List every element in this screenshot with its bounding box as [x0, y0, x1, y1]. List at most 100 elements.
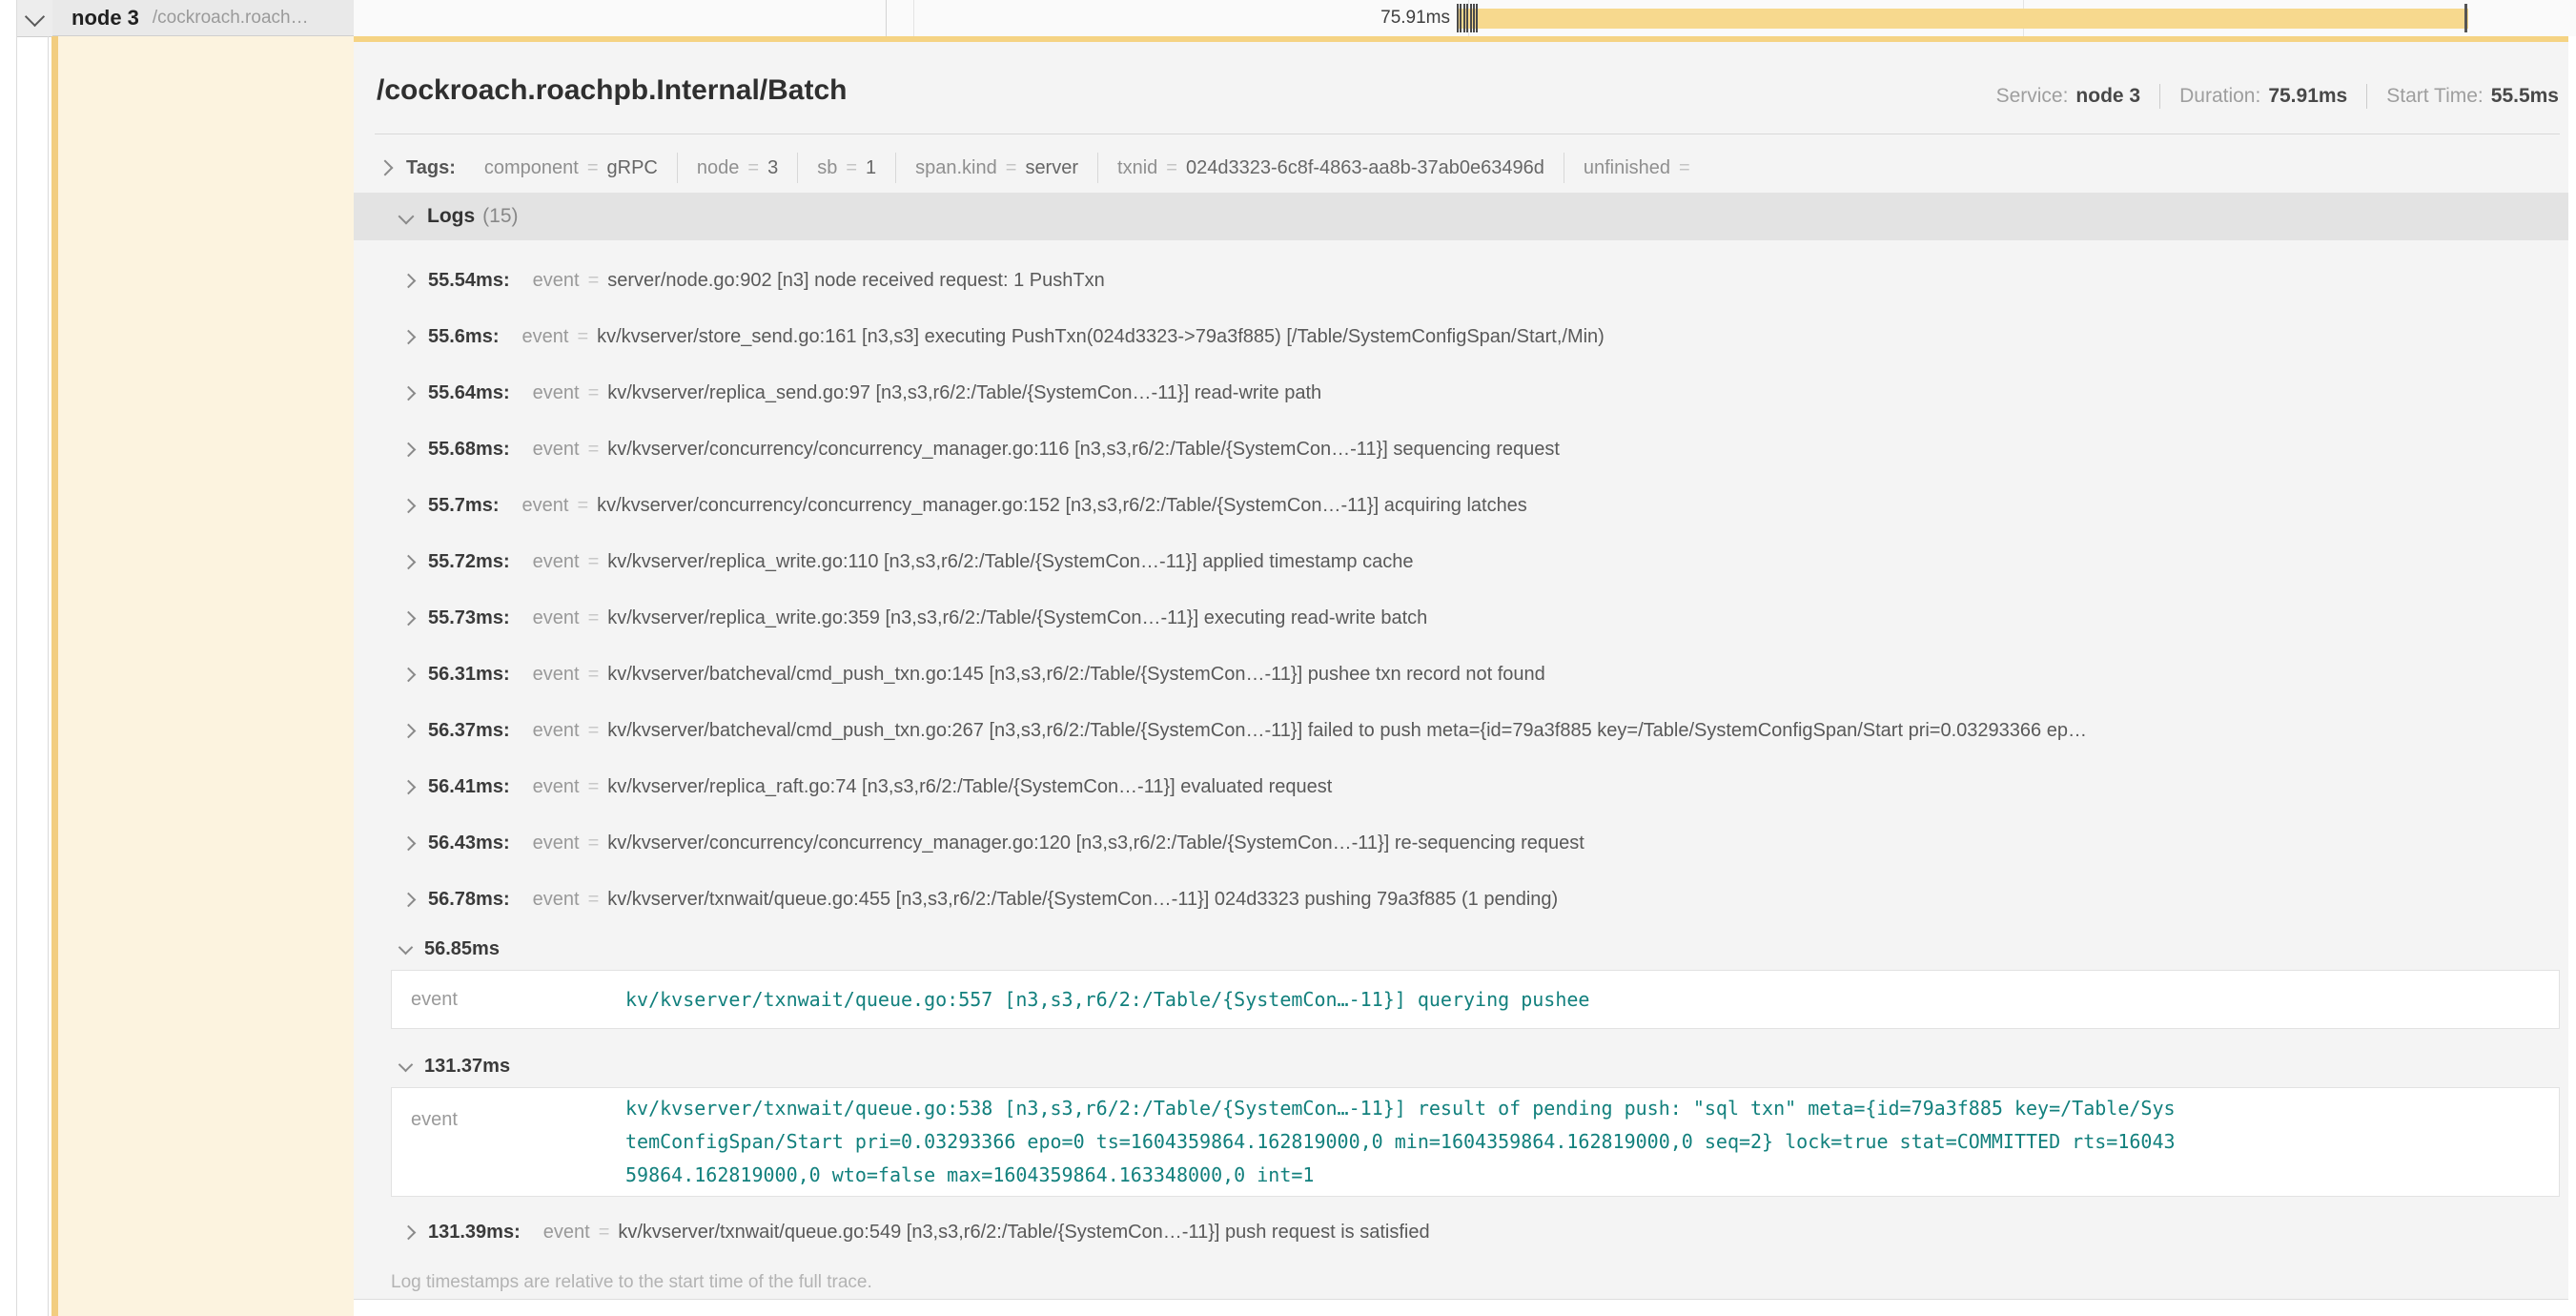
log-equals: = — [588, 382, 600, 404]
log-timestamp: 55.6ms: — [428, 326, 500, 348]
log-field-value: kv/kvserver/batcheval/cmd_push_txn.go:14… — [607, 664, 1545, 686]
log-row[interactable]: 131.39ms:event=kv/kvserver/txnwait/queue… — [354, 1204, 2568, 1261]
log-timestamp: 56.85ms — [424, 938, 500, 960]
chevron-right-icon — [401, 836, 417, 852]
log-detail-field: event — [392, 989, 625, 1011]
log-equals: = — [588, 720, 600, 742]
log-tick — [1460, 4, 1462, 32]
log-timestamp: 55.7ms: — [428, 495, 500, 517]
log-row[interactable]: 55.6ms:event=kv/kvserver/store_send.go:1… — [354, 309, 2568, 365]
tag-equals: = — [1679, 157, 1690, 179]
tag-equals: = — [1006, 157, 1017, 179]
tag-pill[interactable]: node=3 — [677, 153, 797, 183]
log-timestamp: 55.73ms: — [428, 607, 510, 629]
log-tick-end — [2464, 4, 2467, 32]
span-list-divider — [48, 36, 49, 1316]
tag-pill[interactable]: txnid=024d3323-6c8f-4863-aa8b-37ab0e6349… — [1097, 153, 1564, 183]
log-row[interactable]: 55.72ms:event=kv/kvserver/replica_write.… — [354, 534, 2568, 590]
tag-key: component — [484, 157, 579, 179]
log-timestamp: 55.54ms: — [428, 270, 510, 292]
chevron-right-icon — [401, 442, 417, 458]
log-field-key: event — [533, 382, 580, 404]
log-field-key: event — [543, 1222, 590, 1244]
log-field-value: kv/kvserver/concurrency/concurrency_mana… — [597, 495, 1527, 517]
log-timestamp: 55.64ms: — [428, 382, 510, 404]
span-duration-label: 75.91ms — [1269, 0, 1450, 36]
log-row[interactable]: 56.31ms:event=kv/kvserver/batcheval/cmd_… — [354, 647, 2568, 703]
chevron-right-icon — [401, 274, 417, 289]
log-entry-expanded-header[interactable]: 56.85ms — [354, 928, 2568, 970]
log-row[interactable]: 56.41ms:event=kv/kvserver/replica_raft.g… — [354, 759, 2568, 815]
tag-pill[interactable]: sb=1 — [797, 153, 895, 183]
tag-key: sb — [817, 157, 837, 179]
log-detail-field: event — [392, 1092, 625, 1131]
logs-section-header[interactable]: Logs (15) — [354, 193, 2568, 240]
tag-value: 3 — [767, 157, 778, 179]
log-field-key: event — [533, 551, 580, 573]
log-timestamp: 55.72ms: — [428, 551, 510, 573]
log-timestamp: 55.68ms: — [428, 439, 510, 461]
log-field-value: server/node.go:902 [n3] node received re… — [607, 270, 1104, 292]
log-tick — [1457, 4, 1459, 32]
timeline-column-divider — [886, 0, 887, 36]
span-color-stripe — [51, 36, 58, 1316]
log-field-value: kv/kvserver/replica_write.go:110 [n3,s3,… — [607, 551, 1413, 573]
log-equals: = — [599, 1222, 610, 1244]
log-field-key: event — [533, 607, 580, 629]
start-time-value: 55.5ms — [2491, 85, 2559, 108]
chevron-right-icon — [378, 160, 394, 176]
selected-span-row-highlight[interactable] — [58, 36, 354, 1316]
tag-equals: = — [846, 157, 857, 179]
log-timestamp: 131.39ms: — [428, 1222, 521, 1244]
tag-key: unfinished — [1584, 157, 1670, 179]
log-timestamp: 56.37ms: — [428, 720, 510, 742]
span-row-tab[interactable]: node 3 /cockroach.roach… — [52, 0, 354, 36]
log-row[interactable]: 55.68ms:event=kv/kvserver/concurrency/co… — [354, 422, 2568, 478]
service-value: node 3 — [2075, 85, 2140, 108]
span-bar[interactable] — [1457, 9, 2468, 29]
log-row[interactable]: 56.37ms:event=kv/kvserver/batcheval/cmd_… — [354, 703, 2568, 759]
chevron-down-icon — [399, 209, 415, 225]
log-field-key: event — [533, 833, 580, 854]
duration-value: 75.91ms — [2268, 85, 2347, 108]
log-field-key: event — [522, 495, 569, 517]
log-row[interactable]: 56.43ms:event=kv/kvserver/concurrency/co… — [354, 815, 2568, 872]
log-equals: = — [588, 607, 600, 629]
logs-footer-note: Log timestamps are relative to the start… — [354, 1265, 2568, 1299]
tag-pill[interactable]: span.kind=server — [895, 153, 1097, 183]
log-field-value: kv/kvserver/concurrency/concurrency_mana… — [607, 833, 1584, 854]
left-rail-divider — [16, 0, 17, 1316]
log-equals: = — [577, 495, 588, 517]
log-field-value: kv/kvserver/concurrency/concurrency_mana… — [607, 439, 1560, 461]
log-detail-value: kv/kvserver/txnwait/queue.go:538 [n3,s3,… — [625, 1092, 2176, 1192]
log-timestamp: 56.31ms: — [428, 664, 510, 686]
log-timestamp: 56.78ms: — [428, 889, 510, 911]
tag-pill[interactable]: component=gRPC — [465, 153, 677, 183]
span-detail-header: /cockroach.roachpb.Internal/Batch Servic… — [354, 42, 2568, 134]
log-tick — [1473, 4, 1475, 32]
tag-equals: = — [587, 157, 599, 179]
tag-equals: = — [1166, 157, 1177, 179]
tag-value: 024d3323-6c8f-4863-aa8b-37ab0e63496d — [1186, 157, 1544, 179]
chevron-down-icon — [399, 1057, 414, 1072]
log-field-key: event — [533, 776, 580, 798]
tag-pill[interactable]: unfinished = — [1564, 153, 1718, 183]
log-row[interactable]: 55.73ms:event=kv/kvserver/replica_write.… — [354, 590, 2568, 647]
chevron-down-icon — [399, 939, 414, 955]
log-equals: = — [588, 664, 600, 686]
log-field-value: kv/kvserver/txnwait/queue.go:455 [n3,s3,… — [607, 889, 1558, 911]
log-field-key: event — [522, 326, 569, 348]
log-row[interactable]: 55.64ms:event=kv/kvserver/replica_send.g… — [354, 365, 2568, 422]
log-row[interactable]: 55.7ms: event = kv/kvserver/concurrency/con… — [354, 478, 2568, 534]
meta-separator — [2159, 84, 2160, 109]
trace-collapse-cell[interactable] — [17, 0, 52, 37]
log-row[interactable]: 55.54ms:event=server/node.go:902 [n3] no… — [354, 253, 2568, 309]
log-row[interactable]: 56.78ms:event=kv/kvserver/txnwait/queue.… — [354, 872, 2568, 928]
tags-row[interactable]: Tags: component=gRPCnode=3sb=1span.kind=… — [379, 149, 1718, 187]
log-entry-expanded-header[interactable]: 131.37ms — [354, 1045, 2568, 1087]
log-field-value: kv/kvserver/replica_raft.go:74 [n3,s3,r6… — [607, 776, 1332, 798]
log-timestamp: 131.37ms — [424, 1056, 510, 1078]
log-detail-value: kv/kvserver/txnwait/queue.go:557 [n3,s3,… — [625, 983, 2176, 1017]
log-equals: = — [588, 889, 600, 911]
tag-equals: = — [747, 157, 759, 179]
